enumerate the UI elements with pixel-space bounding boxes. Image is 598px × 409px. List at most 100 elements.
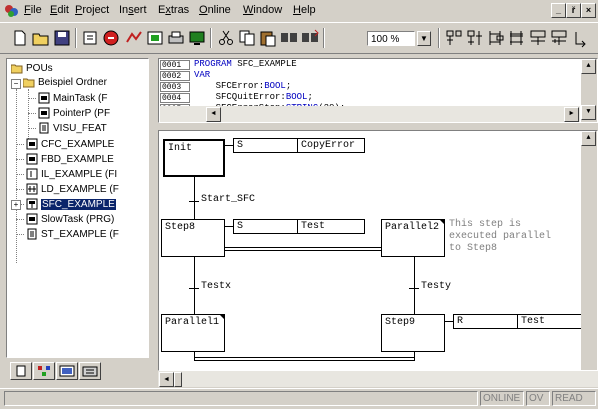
step-init[interactable]: Init (163, 139, 225, 177)
build-icon[interactable] (80, 28, 100, 48)
parallel-join-line (194, 357, 414, 358)
tree-item-visu-feat[interactable]: VISU_FEAT (38, 121, 107, 136)
tree-item-maintask[interactable]: MainTask (F (38, 91, 107, 106)
menu-edit[interactable]: Edit (50, 4, 69, 16)
tab-visualizations[interactable] (56, 362, 78, 380)
tree-item-st-example[interactable]: ST_EXAMPLE (F (26, 227, 119, 242)
save-icon[interactable] (52, 28, 72, 48)
code-line: PROGRAM SFC_EXAMPLE (194, 59, 297, 69)
tree-line (16, 219, 24, 220)
sfc-hscrollbar[interactable]: ◄ (158, 371, 598, 387)
menu-project[interactable]: Project (75, 4, 109, 16)
tree-folder[interactable]: Beispiel Ordner (23, 75, 107, 90)
toolbar-separator (75, 28, 77, 48)
line-number: 0001 (160, 60, 190, 70)
menu-online[interactable]: Online (199, 4, 231, 16)
transition-testy[interactable] (409, 288, 419, 289)
print-icon[interactable] (166, 28, 186, 48)
action-step9[interactable]: R Test (453, 314, 585, 329)
scroll-down-button[interactable]: ▼ (581, 105, 596, 120)
find-icon[interactable] (279, 28, 299, 48)
menu-window[interactable]: Window (243, 4, 282, 16)
stop-icon[interactable] (101, 28, 121, 48)
toolbar-separator (438, 28, 440, 48)
pou-tree: POUs − Beispiel Ordner MainTask (F Point… (6, 58, 149, 358)
declaration-pane[interactable]: 0001 0002 0003 0004 0005 PROGRAM SFC_EXA… (158, 58, 598, 123)
sfc-diagram[interactable]: Init S CopyError Start_SFC Step8 S Test Pa… (158, 130, 598, 371)
step-parallel1[interactable]: Parallel1 (161, 314, 225, 352)
copy-icon[interactable] (237, 28, 257, 48)
step-step9[interactable]: Step9 (381, 314, 445, 352)
action-connector (225, 226, 233, 227)
scroll-right-button[interactable]: ► (564, 107, 579, 122)
cut-icon[interactable] (216, 28, 236, 48)
menu-insert[interactable]: Insert (119, 4, 147, 16)
transition-testx[interactable] (189, 288, 199, 289)
collapse-button[interactable]: − (11, 79, 21, 89)
step-comment: This step is executed parallel to Step8 (449, 219, 552, 254)
macro-icon[interactable] (549, 28, 569, 48)
find-next-icon[interactable] (300, 28, 320, 48)
tree-item-slowtask[interactable]: SlowTask (PRG) (26, 212, 114, 227)
tree-line (16, 144, 24, 145)
menu-file[interactable]: File (24, 4, 42, 16)
tab-pous[interactable] (10, 362, 32, 380)
minimize-button[interactable]: _ (551, 3, 566, 18)
restore-button[interactable]: ř (566, 3, 581, 18)
step-step8[interactable]: Step8 (161, 219, 225, 257)
return-icon[interactable] (570, 28, 590, 48)
scroll-thumb[interactable] (174, 372, 182, 387)
pou-document-icon (27, 228, 37, 240)
menu-extras[interactable]: Extras (158, 4, 189, 16)
action-connector (225, 145, 233, 146)
step-parallel2[interactable]: Parallel2 (381, 219, 445, 257)
transition-start-sfc[interactable] (189, 201, 199, 202)
menu-bar: File Edit Project Insert Extras Online W… (0, 0, 598, 22)
menu-help[interactable]: Help (293, 4, 316, 16)
paste-icon[interactable] (258, 28, 278, 48)
parallel-branch-icon[interactable] (507, 28, 527, 48)
expand-button[interactable]: + (11, 200, 21, 210)
tab-data-types[interactable] (33, 362, 55, 380)
scroll-left-button[interactable]: ◄ (159, 372, 174, 387)
zoom-dropdown-button[interactable]: ▼ (417, 31, 431, 46)
tab-resources[interactable] (79, 362, 101, 380)
step-transition-before-icon[interactable] (444, 28, 464, 48)
tree-line (16, 174, 24, 175)
pou-icon[interactable] (145, 28, 165, 48)
step-transition-after-icon[interactable] (465, 28, 485, 48)
monitor-icon[interactable] (187, 28, 207, 48)
pou-il-icon (26, 168, 38, 180)
pou-program-icon (26, 153, 38, 165)
pou-ld-icon (26, 183, 38, 195)
online-icon[interactable] (124, 28, 144, 48)
tree-item-sfc-example[interactable]: SFC_EXAMPLE (26, 197, 116, 212)
declaration-hscrollbar[interactable]: ◄ ► (160, 106, 580, 122)
close-button[interactable]: × (581, 3, 596, 18)
scroll-up-button[interactable]: ▲ (581, 59, 596, 74)
tree-item-pointerp[interactable]: PointerP (PF (38, 106, 110, 121)
pou-program-icon (38, 107, 50, 119)
jump-icon[interactable] (528, 28, 548, 48)
tree-item-il-example[interactable]: IL_EXAMPLE (FI (26, 167, 117, 182)
scroll-left-button[interactable]: ◄ (206, 107, 221, 122)
zoom-input[interactable]: 100 % (367, 31, 415, 46)
status-online: ONLINE (480, 391, 524, 406)
tree-line (16, 89, 17, 263)
alternative-branch-icon[interactable] (486, 28, 506, 48)
tree-item-ld-example[interactable]: LD_EXAMPLE (F (26, 182, 119, 197)
new-icon[interactable] (10, 28, 30, 48)
action-init[interactable]: S CopyError (233, 138, 365, 153)
folder-open-icon (23, 78, 35, 88)
open-icon[interactable] (31, 28, 51, 48)
scroll-up-button[interactable]: ▲ (581, 131, 596, 146)
sfc-vscrollbar[interactable]: ▲ (581, 131, 597, 370)
tree-item-cfc-example[interactable]: CFC_EXAMPLE (26, 137, 114, 152)
tree-item-fbd-example[interactable]: FBD_EXAMPLE (26, 152, 114, 167)
status-bar: ONLINE OV READ (0, 388, 598, 409)
action-step8[interactable]: S Test (233, 219, 365, 234)
tree-root[interactable]: POUs (11, 61, 53, 76)
status-ov: OV (526, 391, 550, 406)
declaration-vscrollbar[interactable]: ▲ ▼ (581, 59, 597, 122)
codesys-app-icon[interactable] (4, 3, 19, 18)
